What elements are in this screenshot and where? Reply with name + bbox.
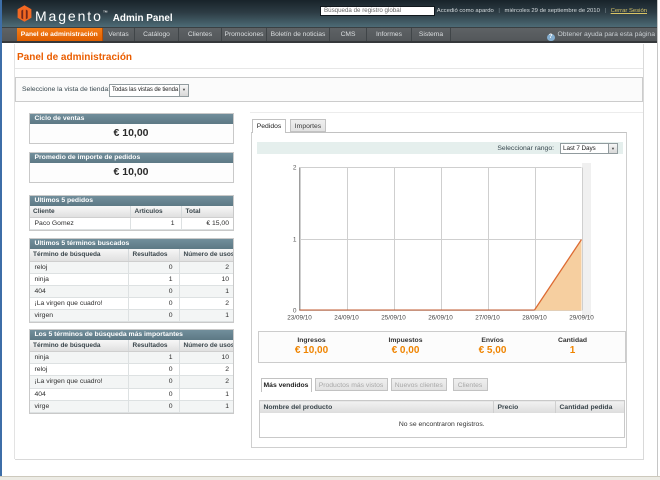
svg-text:24/09/10: 24/09/10 [334, 315, 359, 322]
svg-text:29/09/10: 29/09/10 [569, 315, 594, 322]
svg-text:26/09/10: 26/09/10 [428, 315, 453, 322]
svg-text:23/09/10: 23/09/10 [287, 315, 312, 322]
svg-text:28/09/10: 28/09/10 [522, 315, 547, 322]
svg-text:27/09/10: 27/09/10 [475, 315, 500, 322]
svg-text:2: 2 [293, 165, 297, 172]
svg-text:25/09/10: 25/09/10 [381, 315, 406, 322]
svg-text:1: 1 [293, 237, 297, 244]
